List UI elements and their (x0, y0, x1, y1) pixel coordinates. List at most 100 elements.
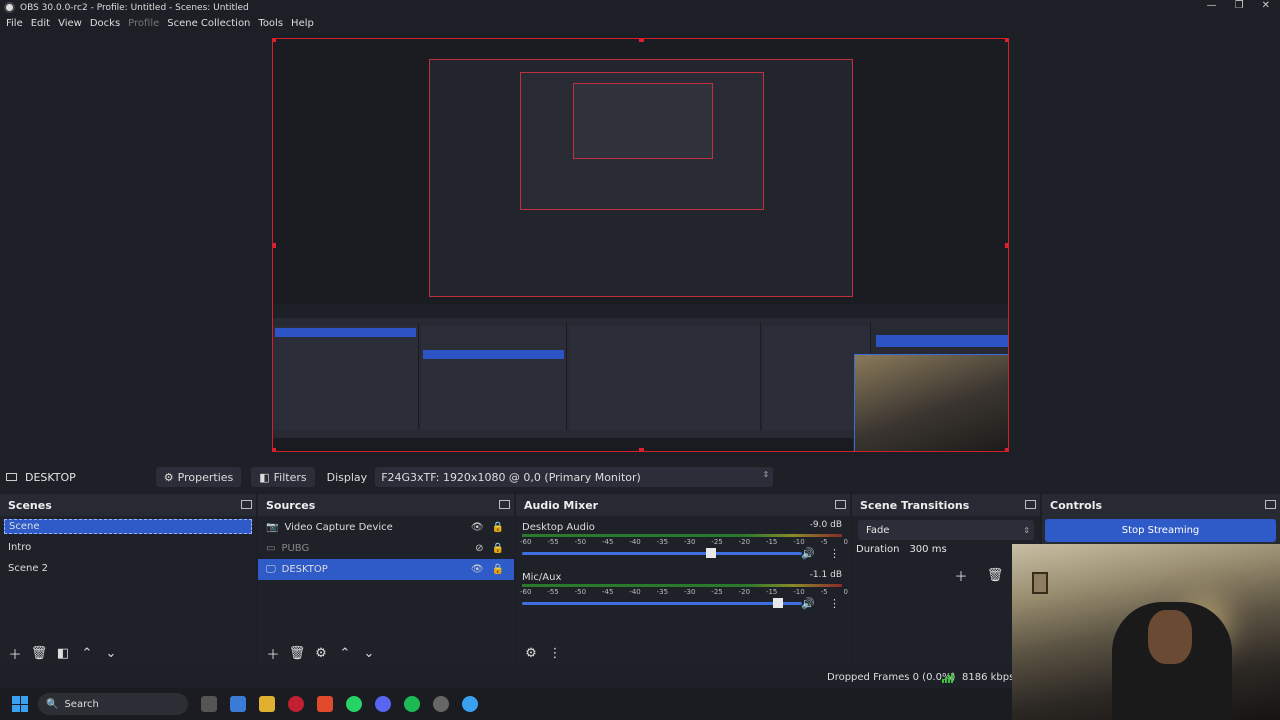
controls-title-label: Controls (1050, 498, 1103, 512)
tick-label: -25 (711, 588, 723, 596)
chevron-down-icon[interactable]: ⌄ (360, 644, 378, 662)
chevron-down-icon[interactable]: ⌄ (102, 644, 120, 662)
app-icon[interactable] (288, 696, 304, 712)
resize-handle[interactable] (273, 448, 276, 451)
dropped-frames: Dropped Frames 0 (0.0%) (827, 672, 956, 683)
volume-slider-knob[interactable] (773, 598, 784, 608)
resize-handle[interactable] (1005, 39, 1008, 42)
resize-handle[interactable] (273, 39, 276, 42)
volume-meter (522, 584, 842, 587)
gear-icon[interactable]: ⚙ (312, 644, 330, 662)
eye-hidden-icon[interactable]: ⊘ (475, 543, 483, 554)
menu-view[interactable]: View (58, 18, 82, 29)
more-icon[interactable]: ⋮ (829, 547, 840, 560)
scene-item[interactable]: Intro (0, 537, 256, 558)
scene-item[interactable]: Scene (4, 519, 252, 534)
filters-button[interactable]: ◧ Filters (251, 467, 315, 487)
preview-canvas[interactable] (272, 38, 1009, 452)
undock-icon[interactable] (499, 500, 510, 509)
preview-area[interactable] (0, 32, 1280, 463)
channel-controls: 🔊 ⋮ (801, 547, 840, 560)
eye-icon[interactable]: 👁 (471, 522, 484, 533)
nested-capture (429, 59, 853, 297)
speaker-icon[interactable]: 🔊 (801, 547, 815, 560)
duration-label: Duration (856, 544, 900, 555)
source-context-bar: DESKTOP ⚙ Properties ◧ Filters Display F… (0, 463, 1280, 491)
lock-icon[interactable]: 🔒 (492, 543, 504, 554)
close-icon[interactable]: ✕ (1262, 0, 1270, 11)
discord-icon[interactable] (375, 696, 391, 712)
source-item[interactable]: 🖵 DESKTOP 👁 🔒 (258, 559, 514, 580)
stop-streaming-button[interactable]: Stop Streaming (1045, 519, 1276, 542)
monitor-icon (6, 473, 17, 481)
mini-scenes (273, 322, 419, 430)
source-item-label: PUBG (281, 543, 310, 554)
mixer-title: Audio Mixer (516, 494, 850, 516)
volume-slider[interactable] (522, 548, 802, 558)
menu-tools[interactable]: Tools (258, 18, 283, 29)
add-icon[interactable]: ＋ (264, 644, 282, 663)
eye-icon[interactable]: 👁 (471, 564, 484, 575)
resize-handle[interactable] (639, 39, 644, 42)
app-icon[interactable] (462, 696, 478, 712)
tick-label: -20 (738, 588, 751, 596)
resize-handle[interactable] (639, 448, 644, 451)
undock-icon[interactable] (1025, 500, 1036, 509)
scene-item[interactable]: Scene 2 (0, 558, 256, 579)
meter-ticks: -60 -55 -50 -45 -40 -35 -30 -25 -20 -15 -10 -5 0 (520, 538, 848, 546)
lock-icon[interactable]: 🔒 (492, 564, 504, 575)
scene-item-label: Scene (9, 521, 40, 532)
volume-slider-knob[interactable] (705, 548, 716, 558)
transitions-title-label: Scene Transitions (860, 498, 970, 512)
filter-icon[interactable]: ◧ (54, 644, 72, 662)
lock-icon[interactable]: 🔒 (492, 522, 504, 533)
tick-label: -55 (547, 538, 559, 546)
speaker-icon[interactable]: 🔊 (801, 597, 815, 610)
transition-select[interactable]: Fade ⇕ (858, 520, 1034, 540)
properties-button[interactable]: ⚙ Properties (155, 467, 242, 487)
mini-source-bar (273, 304, 1008, 318)
trash-icon[interactable]: 🗑 (30, 644, 48, 662)
trash-icon[interactable]: 🗑 (288, 644, 306, 662)
menu-help[interactable]: Help (291, 18, 314, 29)
source-item[interactable]: ▭ PUBG ⊘ 🔒 (258, 538, 514, 559)
advanced-audio-gear-icon[interactable]: ⚙ (522, 644, 540, 662)
add-icon[interactable]: ＋ (6, 644, 24, 663)
menu-edit[interactable]: Edit (31, 18, 50, 29)
resize-handle[interactable] (1005, 243, 1008, 248)
more-icon[interactable]: ⋮ (546, 644, 564, 662)
chevron-up-icon[interactable]: ⌃ (336, 644, 354, 662)
tick-label: 0 (843, 538, 848, 546)
duration-input[interactable]: 300 ms (909, 544, 946, 555)
undock-icon[interactable] (1265, 500, 1276, 509)
display-select[interactable]: F24G3xTF: 1920x1080 @ 0,0 (Primary Monit… (375, 467, 774, 487)
file-explorer-icon[interactable] (259, 696, 275, 712)
resize-handle[interactable] (1005, 448, 1008, 451)
menu-scene-collection[interactable]: Scene Collection (167, 18, 250, 29)
filter-icon: ◧ (259, 470, 270, 484)
maximize-icon[interactable]: ❐ (1235, 0, 1244, 11)
undock-icon[interactable] (241, 500, 252, 509)
copilot-icon[interactable] (230, 696, 246, 712)
menu-file[interactable]: File (6, 18, 23, 29)
volume-slider[interactable] (522, 598, 802, 608)
taskbar-search[interactable]: 🔍 Search (38, 693, 188, 715)
windows-start-icon[interactable] (12, 696, 28, 712)
minimize-icon[interactable]: — (1207, 0, 1217, 11)
resize-handle[interactable] (273, 243, 276, 248)
chevron-updown-icon: ⇕ (1023, 525, 1030, 535)
undock-icon[interactable] (835, 500, 846, 509)
whatsapp-icon[interactable] (346, 696, 362, 712)
tick-label: 0 (843, 588, 848, 596)
brave-browser-icon[interactable] (317, 696, 333, 712)
obs-icon[interactable] (433, 696, 449, 712)
add-icon[interactable]: ＋ (952, 566, 970, 585)
task-view-icon[interactable] (201, 696, 217, 712)
more-icon[interactable]: ⋮ (829, 597, 840, 610)
spotify-icon[interactable] (404, 696, 420, 712)
menu-profile[interactable]: Profile (128, 18, 159, 29)
menu-docks[interactable]: Docks (90, 18, 120, 29)
chevron-up-icon[interactable]: ⌃ (78, 644, 96, 662)
source-item[interactable]: 📷 Video Capture Device 👁 🔒 (258, 517, 514, 538)
trash-icon[interactable]: 🗑 (986, 566, 1004, 584)
